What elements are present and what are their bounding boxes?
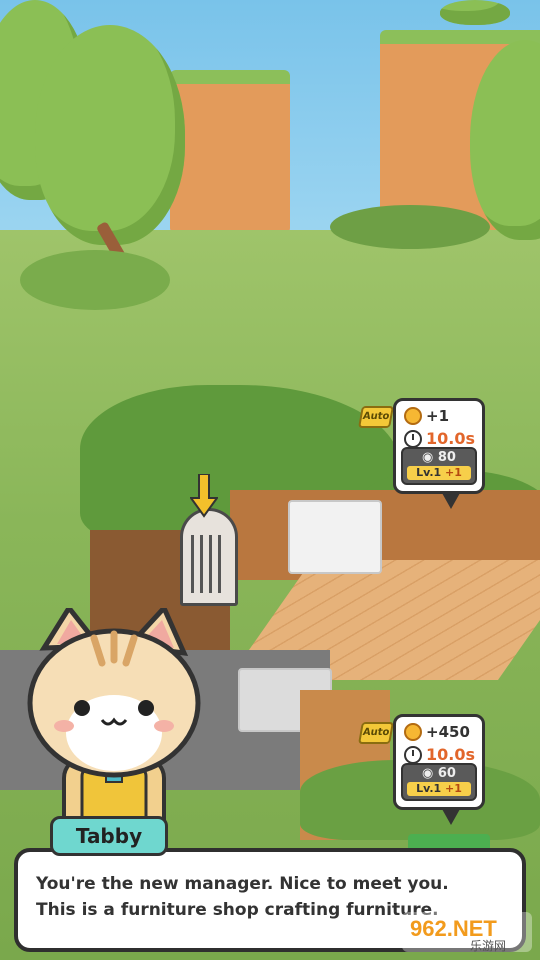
speaker-nametag: Tabby [50, 816, 168, 856]
shop-door[interactable] [180, 508, 238, 606]
production-info-bubble[interactable]: +1 10.0s ◉ 80 Lv.1 +1 [393, 398, 485, 509]
level-bar: Lv.1 +1 [407, 466, 471, 480]
cost-coin-icon: ◉ [422, 450, 434, 465]
upgrade-cost-value: 80 [437, 450, 456, 465]
door-bars [191, 535, 227, 593]
cost-coin-icon: ◉ [422, 766, 434, 781]
cliff-left [170, 70, 290, 234]
arrow-down-icon [190, 474, 218, 518]
upgrade-button[interactable]: ◉ 80 Lv.1 +1 [401, 447, 477, 485]
gain-value: +1 [426, 407, 450, 425]
bush [330, 205, 490, 249]
coin-icon [404, 407, 422, 425]
gain-value: +450 [426, 723, 470, 741]
cardboard-boxes[interactable] [288, 500, 382, 574]
time-row: 10.0s [404, 429, 475, 448]
bush [20, 250, 170, 310]
dialog-line-1: You're the new manager. Nice to meet you… [36, 874, 449, 894]
watermark-logo: 962.NET 乐游网 [402, 912, 532, 953]
gain-row: +450 [404, 723, 470, 741]
auto-badge[interactable]: Auto [358, 722, 394, 744]
upgrade-cost-value: 60 [437, 766, 456, 781]
production-time: 10.0s [426, 745, 475, 764]
level-plus: +1 [445, 466, 462, 479]
tree [35, 25, 185, 245]
level-bar: Lv.1 +1 [407, 782, 471, 796]
coin-icon [404, 723, 422, 741]
production-info-bubble[interactable]: +450 10.0s ◉ 60 Lv.1 +1 [393, 714, 485, 825]
level-label: Lv.1 [416, 782, 442, 795]
upgrade-cost: ◉ 60 [403, 766, 475, 781]
production-time: 10.0s [426, 429, 475, 448]
upgrade-cost: ◉ 80 [403, 450, 475, 465]
time-row: 10.0s [404, 745, 475, 764]
watermark-subtext: 乐游网 [470, 939, 506, 953]
clock-icon [404, 745, 422, 764]
dialog-line-2: This is a furniture shop crafting furnit… [36, 900, 439, 920]
level-label: Lv.1 [416, 466, 442, 479]
watermark-text: 962.NET [410, 916, 497, 941]
clock-icon [404, 429, 422, 448]
tree [440, 0, 510, 25]
level-plus: +1 [445, 782, 462, 795]
upgrade-button[interactable]: ◉ 60 Lv.1 +1 [401, 763, 477, 801]
auto-badge[interactable]: Auto [358, 406, 394, 428]
gain-row: +1 [404, 407, 449, 425]
